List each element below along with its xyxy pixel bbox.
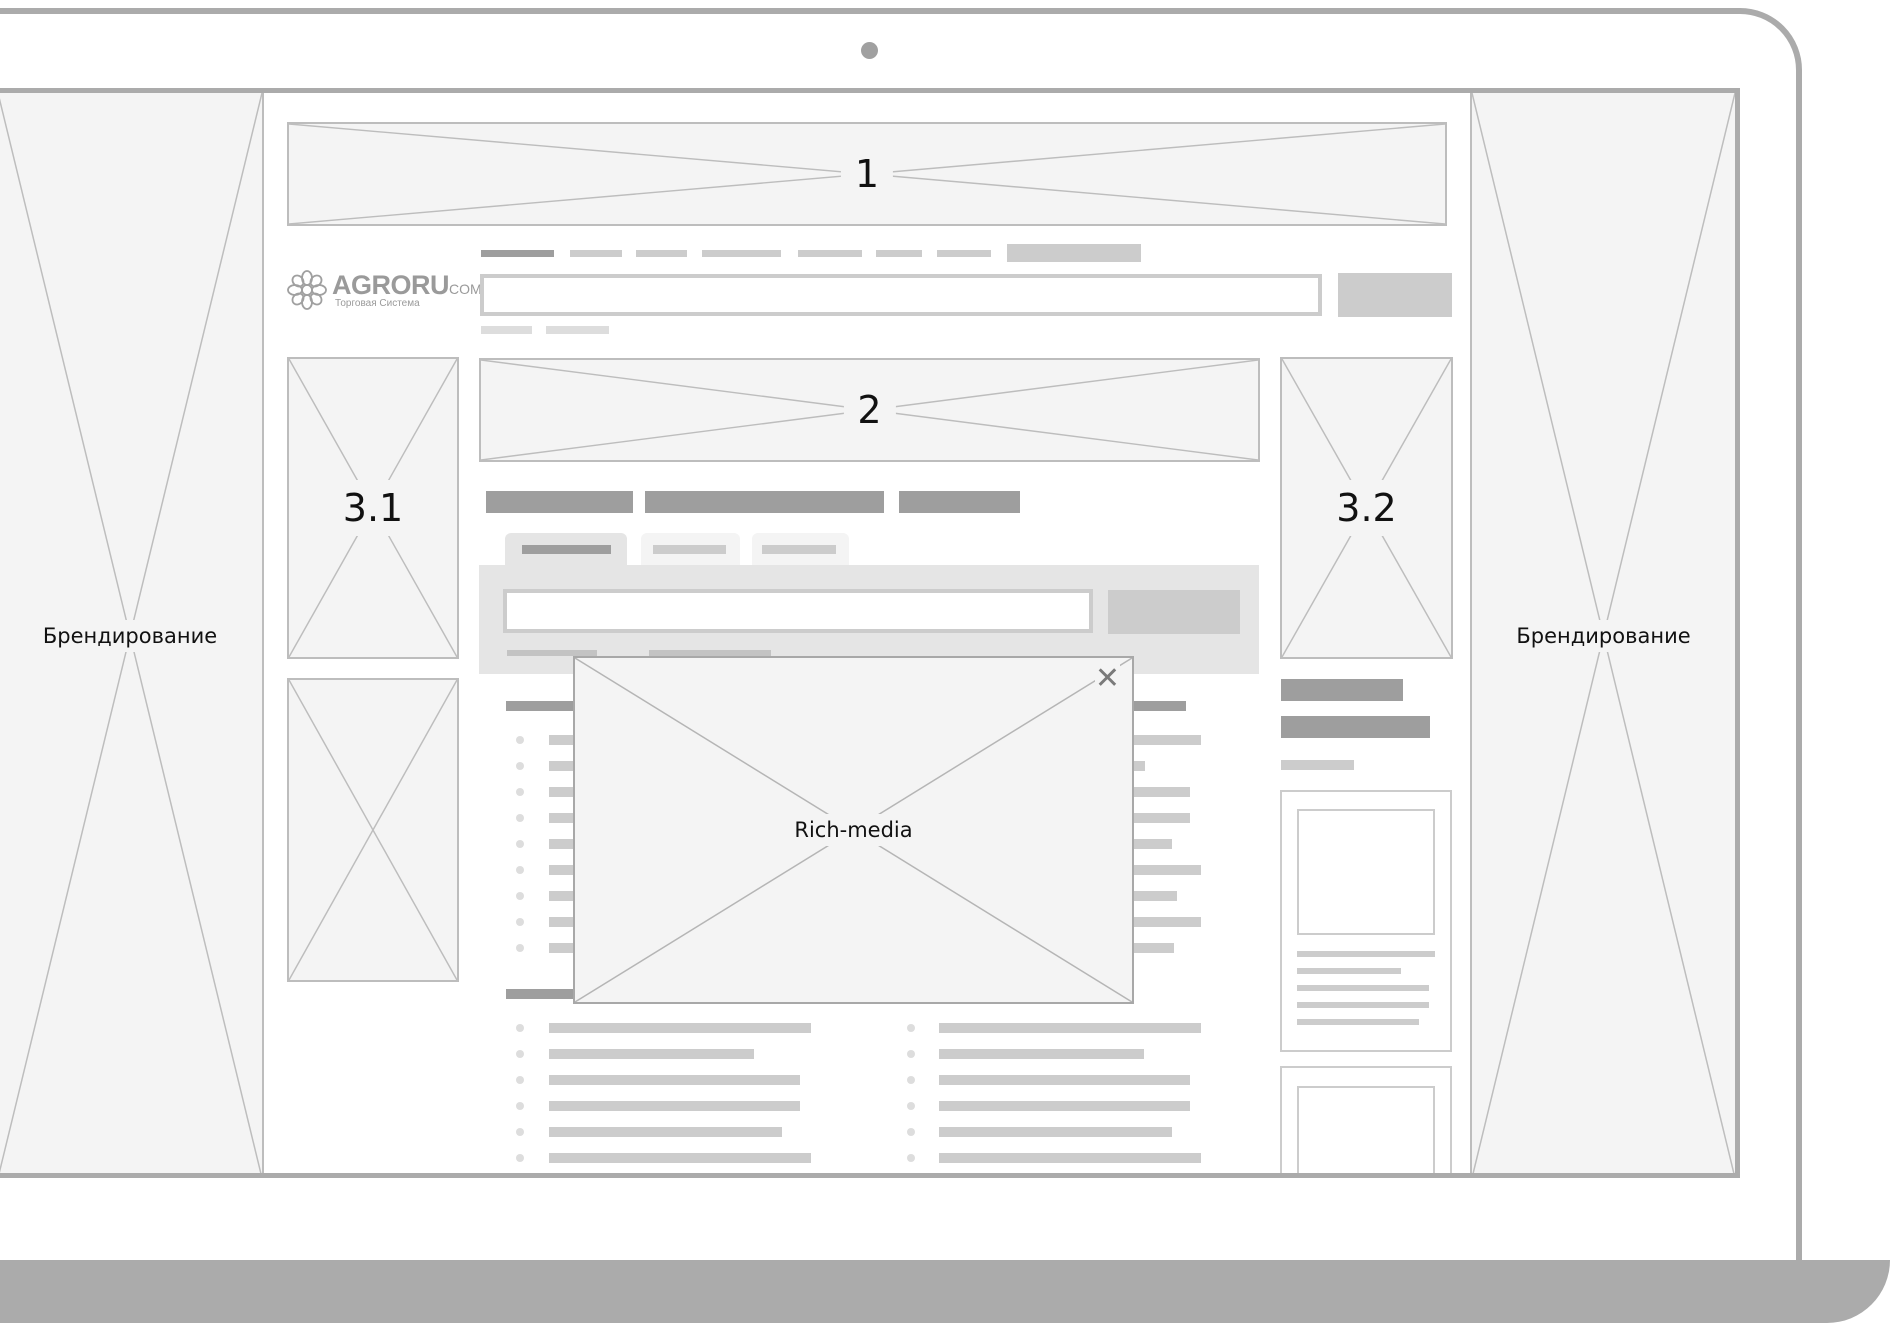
list-bullet: [516, 1102, 524, 1110]
nav-item[interactable]: [636, 250, 687, 257]
laptop-camera: [861, 42, 878, 59]
list-bullet: [907, 1102, 915, 1110]
product-card-image: [1297, 1086, 1435, 1173]
list-item[interactable]: [549, 1049, 754, 1059]
branding-left-label: Брендирование: [28, 619, 232, 652]
branding-right-label: Брендирование: [1502, 619, 1705, 652]
panel-search-button[interactable]: [1108, 590, 1240, 634]
list-item[interactable]: [549, 1101, 800, 1111]
nav-item[interactable]: [570, 250, 622, 257]
list-item[interactable]: [1133, 865, 1201, 875]
list-item[interactable]: [1133, 943, 1174, 953]
sidebar-heading: [1281, 716, 1430, 738]
banner-top[interactable]: 1: [287, 122, 1447, 226]
nav-item[interactable]: [876, 250, 922, 257]
list-bullet: [516, 1128, 524, 1136]
banner-content-label: 2: [843, 384, 896, 436]
list-item[interactable]: [939, 1049, 1144, 1059]
panel-search-input[interactable]: [503, 589, 1093, 633]
product-card-image: [1297, 809, 1435, 935]
flower-icon: [287, 270, 327, 310]
list-item[interactable]: [549, 1127, 782, 1137]
list-item[interactable]: [1133, 813, 1190, 823]
close-icon[interactable]: ✕: [1094, 662, 1120, 696]
list-bullet: [516, 918, 524, 926]
banner-side-left[interactable]: 3.1: [287, 357, 459, 659]
list-item[interactable]: [939, 1023, 1201, 1033]
product-card-line: [1297, 1002, 1429, 1008]
list-heading: [1133, 701, 1186, 711]
list-item[interactable]: [1133, 787, 1190, 797]
search-hint-link[interactable]: [481, 326, 532, 334]
list-item[interactable]: [549, 1075, 800, 1085]
list-bullet: [516, 840, 524, 848]
screen: Брендирование Брендирование 1 AGRORUCOM …: [0, 88, 1740, 1178]
list-bullet: [516, 866, 524, 874]
laptop-base: [0, 1260, 1890, 1323]
list-bullet: [516, 762, 524, 770]
list-bullet: [516, 1050, 524, 1058]
rich-media-label: Rich-media: [780, 814, 927, 846]
list-item[interactable]: [1133, 917, 1201, 927]
list-bullet: [516, 1076, 524, 1084]
logo-name: AGRORU: [332, 270, 450, 300]
list-item[interactable]: [549, 1023, 811, 1033]
search-hint-link[interactable]: [546, 326, 609, 334]
banner-side-right-label: 3.2: [1330, 480, 1403, 536]
breadcrumb-item[interactable]: [645, 491, 884, 513]
list-item[interactable]: [549, 1153, 811, 1163]
list-item[interactable]: [1133, 761, 1145, 771]
tab-label: [653, 545, 726, 554]
list-heading: [506, 989, 576, 999]
sidebar-link[interactable]: [1281, 760, 1354, 770]
list-bullet: [907, 1128, 915, 1136]
list-item[interactable]: [1133, 735, 1201, 745]
search-button[interactable]: [1338, 273, 1452, 317]
list-bullet: [907, 1024, 915, 1032]
nav-button[interactable]: [1007, 244, 1141, 262]
list-heading: [506, 701, 582, 711]
list-item[interactable]: [939, 1075, 1190, 1085]
list-bullet: [516, 892, 524, 900]
banner-top-label: 1: [840, 148, 894, 200]
list-bullet: [907, 1154, 915, 1162]
tab-label: [762, 545, 836, 554]
product-card-line: [1297, 951, 1435, 957]
list-bullet: [516, 736, 524, 744]
breadcrumb-item[interactable]: [486, 491, 633, 513]
logo-suffix: COM: [449, 281, 482, 297]
tab-active-label: [522, 545, 611, 554]
logo-tagline: Торговая Система: [335, 298, 420, 309]
nav-item[interactable]: [798, 250, 862, 257]
banner-content[interactable]: 2: [479, 358, 1260, 462]
product-card-line: [1297, 1019, 1419, 1025]
list-item[interactable]: [939, 1127, 1172, 1137]
rich-media-popup[interactable]: Rich-media ✕: [573, 656, 1134, 1004]
search-input[interactable]: [480, 274, 1322, 316]
list-bullet: [516, 1024, 524, 1032]
nav-item[interactable]: [702, 250, 781, 257]
list-bullet: [907, 1076, 915, 1084]
banner-side-left-secondary[interactable]: [287, 678, 459, 982]
list-bullet: [516, 944, 524, 952]
list-item[interactable]: [1133, 839, 1172, 849]
list-item[interactable]: [939, 1153, 1201, 1163]
logo[interactable]: AGRORUCOM Торговая Система: [287, 270, 482, 312]
nav-item[interactable]: [937, 250, 991, 257]
product-card-line: [1297, 968, 1401, 974]
branding-right: Брендирование: [1470, 93, 1735, 1173]
nav-item-active[interactable]: [481, 250, 554, 257]
list-bullet: [516, 1154, 524, 1162]
sidebar-heading: [1281, 679, 1403, 701]
banner-side-left-label: 3.1: [336, 480, 410, 536]
breadcrumb-item[interactable]: [899, 491, 1020, 513]
list-bullet: [516, 814, 524, 822]
list-bullet: [907, 1050, 915, 1058]
list-item[interactable]: [1133, 891, 1177, 901]
banner-side-right[interactable]: 3.2: [1280, 357, 1453, 659]
branding-left: Брендирование: [0, 93, 264, 1173]
list-item[interactable]: [939, 1101, 1190, 1111]
list-bullet: [516, 788, 524, 796]
product-card-line: [1297, 985, 1429, 991]
